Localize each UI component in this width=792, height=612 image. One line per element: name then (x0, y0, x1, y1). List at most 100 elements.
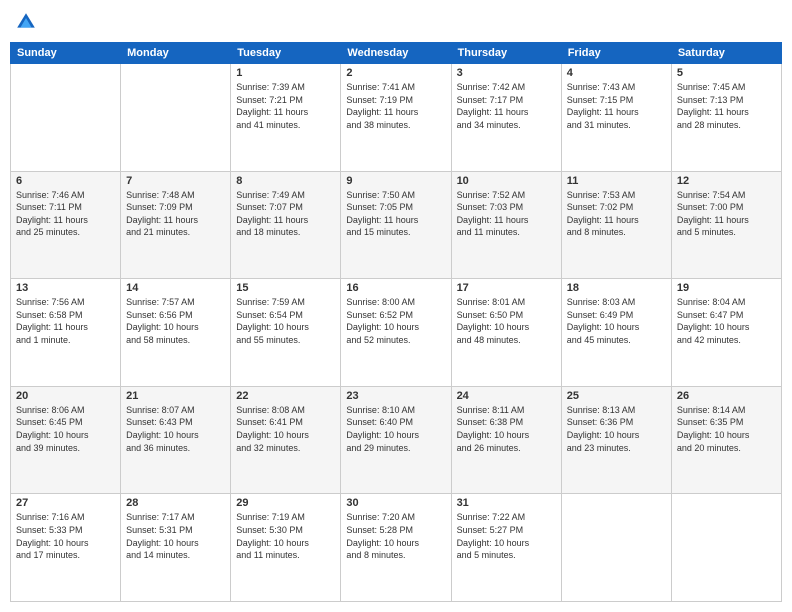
day-info: Sunrise: 8:04 AM Sunset: 6:47 PM Dayligh… (677, 296, 776, 346)
day-cell: 26 Sunrise: 8:14 AM Sunset: 6:35 PM Dayli… (671, 386, 781, 494)
day-info: Sunrise: 7:45 AM Sunset: 7:13 PM Dayligh… (677, 81, 776, 131)
day-info: Sunrise: 7:53 AM Sunset: 7:02 PM Dayligh… (567, 189, 666, 239)
day-cell: 13 Sunrise: 7:56 AM Sunset: 6:58 PM Dayli… (11, 279, 121, 387)
day-number: 30 (346, 497, 445, 509)
day-info: Sunrise: 7:57 AM Sunset: 6:56 PM Dayligh… (126, 296, 225, 346)
day-cell: 4 Sunrise: 7:43 AM Sunset: 7:15 PM Daylig… (561, 64, 671, 172)
day-info: Sunrise: 7:43 AM Sunset: 7:15 PM Dayligh… (567, 81, 666, 131)
day-info: Sunrise: 7:41 AM Sunset: 7:19 PM Dayligh… (346, 81, 445, 131)
day-number: 4 (567, 67, 666, 79)
day-number: 11 (567, 175, 666, 187)
week-row-4: 20 Sunrise: 8:06 AM Sunset: 6:45 PM Dayli… (11, 386, 782, 494)
day-number: 8 (236, 175, 335, 187)
day-header-sunday: Sunday (11, 43, 121, 64)
day-info: Sunrise: 8:03 AM Sunset: 6:49 PM Dayligh… (567, 296, 666, 346)
day-cell: 15 Sunrise: 7:59 AM Sunset: 6:54 PM Dayli… (231, 279, 341, 387)
day-cell: 23 Sunrise: 8:10 AM Sunset: 6:40 PM Dayli… (341, 386, 451, 494)
day-info: Sunrise: 7:17 AM Sunset: 5:31 PM Dayligh… (126, 511, 225, 561)
day-info: Sunrise: 8:06 AM Sunset: 6:45 PM Dayligh… (16, 404, 115, 454)
day-number: 25 (567, 390, 666, 402)
day-cell: 24 Sunrise: 8:11 AM Sunset: 6:38 PM Dayli… (451, 386, 561, 494)
day-number: 23 (346, 390, 445, 402)
day-info: Sunrise: 8:00 AM Sunset: 6:52 PM Dayligh… (346, 296, 445, 346)
day-cell: 14 Sunrise: 7:57 AM Sunset: 6:56 PM Dayli… (121, 279, 231, 387)
day-info: Sunrise: 8:07 AM Sunset: 6:43 PM Dayligh… (126, 404, 225, 454)
day-number: 14 (126, 282, 225, 294)
day-info: Sunrise: 7:56 AM Sunset: 6:58 PM Dayligh… (16, 296, 115, 346)
day-cell (11, 64, 121, 172)
day-cell: 31 Sunrise: 7:22 AM Sunset: 5:27 PM Dayli… (451, 494, 561, 602)
week-row-5: 27Sunrise: 7:16 AM Sunset: 5:33 PM Dayli… (11, 494, 782, 602)
day-cell: 18 Sunrise: 8:03 AM Sunset: 6:49 PM Dayli… (561, 279, 671, 387)
day-cell: 2 Sunrise: 7:41 AM Sunset: 7:19 PM Daylig… (341, 64, 451, 172)
day-info: Sunrise: 8:10 AM Sunset: 6:40 PM Dayligh… (346, 404, 445, 454)
day-number: 3 (457, 67, 556, 79)
day-cell: 3Sunrise: 7:42 AM Sunset: 7:17 PM Daylig… (451, 64, 561, 172)
day-cell: 27Sunrise: 7:16 AM Sunset: 5:33 PM Dayli… (11, 494, 121, 602)
logo (14, 10, 42, 34)
day-info: Sunrise: 7:16 AM Sunset: 5:33 PM Dayligh… (16, 511, 115, 561)
day-info: Sunrise: 7:49 AM Sunset: 7:07 PM Dayligh… (236, 189, 335, 239)
day-info: Sunrise: 7:46 AM Sunset: 7:11 PM Dayligh… (16, 189, 115, 239)
day-number: 18 (567, 282, 666, 294)
day-header-tuesday: Tuesday (231, 43, 341, 64)
day-number: 2 (346, 67, 445, 79)
day-header-wednesday: Wednesday (341, 43, 451, 64)
header (10, 10, 782, 34)
day-cell: 19 Sunrise: 8:04 AM Sunset: 6:47 PM Dayli… (671, 279, 781, 387)
day-cell: 9 Sunrise: 7:50 AM Sunset: 7:05 PM Daylig… (341, 171, 451, 279)
day-number: 17 (457, 282, 556, 294)
day-cell: 11 Sunrise: 7:53 AM Sunset: 7:02 PM Dayli… (561, 171, 671, 279)
day-number: 24 (457, 390, 556, 402)
day-cell (121, 64, 231, 172)
week-row-2: 6Sunrise: 7:46 AM Sunset: 7:11 PM Daylig… (11, 171, 782, 279)
day-cell (671, 494, 781, 602)
day-number: 7 (126, 175, 225, 187)
day-header-monday: Monday (121, 43, 231, 64)
day-number: 26 (677, 390, 776, 402)
day-number: 16 (346, 282, 445, 294)
day-info: Sunrise: 7:22 AM Sunset: 5:27 PM Dayligh… (457, 511, 556, 561)
day-number: 1 (236, 67, 335, 79)
day-number: 13 (16, 282, 115, 294)
day-number: 19 (677, 282, 776, 294)
day-number: 5 (677, 67, 776, 79)
day-cell: 7 Sunrise: 7:48 AM Sunset: 7:09 PM Daylig… (121, 171, 231, 279)
day-number: 21 (126, 390, 225, 402)
day-number: 28 (126, 497, 225, 509)
day-info: Sunrise: 7:39 AM Sunset: 7:21 PM Dayligh… (236, 81, 335, 131)
day-cell: 17Sunrise: 8:01 AM Sunset: 6:50 PM Dayli… (451, 279, 561, 387)
day-info: Sunrise: 8:14 AM Sunset: 6:35 PM Dayligh… (677, 404, 776, 454)
day-cell: 6Sunrise: 7:46 AM Sunset: 7:11 PM Daylig… (11, 171, 121, 279)
day-cell: 20 Sunrise: 8:06 AM Sunset: 6:45 PM Dayli… (11, 386, 121, 494)
day-info: Sunrise: 7:50 AM Sunset: 7:05 PM Dayligh… (346, 189, 445, 239)
day-info: Sunrise: 7:48 AM Sunset: 7:09 PM Dayligh… (126, 189, 225, 239)
day-cell: 30 Sunrise: 7:20 AM Sunset: 5:28 PM Dayli… (341, 494, 451, 602)
day-header-friday: Friday (561, 43, 671, 64)
day-cell (561, 494, 671, 602)
day-info: Sunrise: 8:11 AM Sunset: 6:38 PM Dayligh… (457, 404, 556, 454)
day-info: Sunrise: 7:59 AM Sunset: 6:54 PM Dayligh… (236, 296, 335, 346)
day-header-thursday: Thursday (451, 43, 561, 64)
day-cell: 25Sunrise: 8:13 AM Sunset: 6:36 PM Dayli… (561, 386, 671, 494)
day-cell: 16 Sunrise: 8:00 AM Sunset: 6:52 PM Dayli… (341, 279, 451, 387)
day-info: Sunrise: 7:20 AM Sunset: 5:28 PM Dayligh… (346, 511, 445, 561)
day-info: Sunrise: 8:08 AM Sunset: 6:41 PM Dayligh… (236, 404, 335, 454)
day-number: 10 (457, 175, 556, 187)
day-number: 29 (236, 497, 335, 509)
day-number: 12 (677, 175, 776, 187)
day-number: 9 (346, 175, 445, 187)
day-number: 31 (457, 497, 556, 509)
week-row-3: 13 Sunrise: 7:56 AM Sunset: 6:58 PM Dayli… (11, 279, 782, 387)
calendar-table: SundayMondayTuesdayWednesdayThursdayFrid… (10, 42, 782, 602)
day-cell: 10 Sunrise: 7:52 AM Sunset: 7:03 PM Dayli… (451, 171, 561, 279)
day-cell: 5 Sunrise: 7:45 AM Sunset: 7:13 PM Daylig… (671, 64, 781, 172)
day-cell: 29Sunrise: 7:19 AM Sunset: 5:30 PM Dayli… (231, 494, 341, 602)
day-info: Sunrise: 7:52 AM Sunset: 7:03 PM Dayligh… (457, 189, 556, 239)
day-cell: 28 Sunrise: 7:17 AM Sunset: 5:31 PM Dayli… (121, 494, 231, 602)
day-cell: 22Sunrise: 8:08 AM Sunset: 6:41 PM Dayli… (231, 386, 341, 494)
day-number: 15 (236, 282, 335, 294)
calendar-header-row: SundayMondayTuesdayWednesdayThursdayFrid… (11, 43, 782, 64)
day-number: 20 (16, 390, 115, 402)
page: SundayMondayTuesdayWednesdayThursdayFrid… (0, 0, 792, 612)
